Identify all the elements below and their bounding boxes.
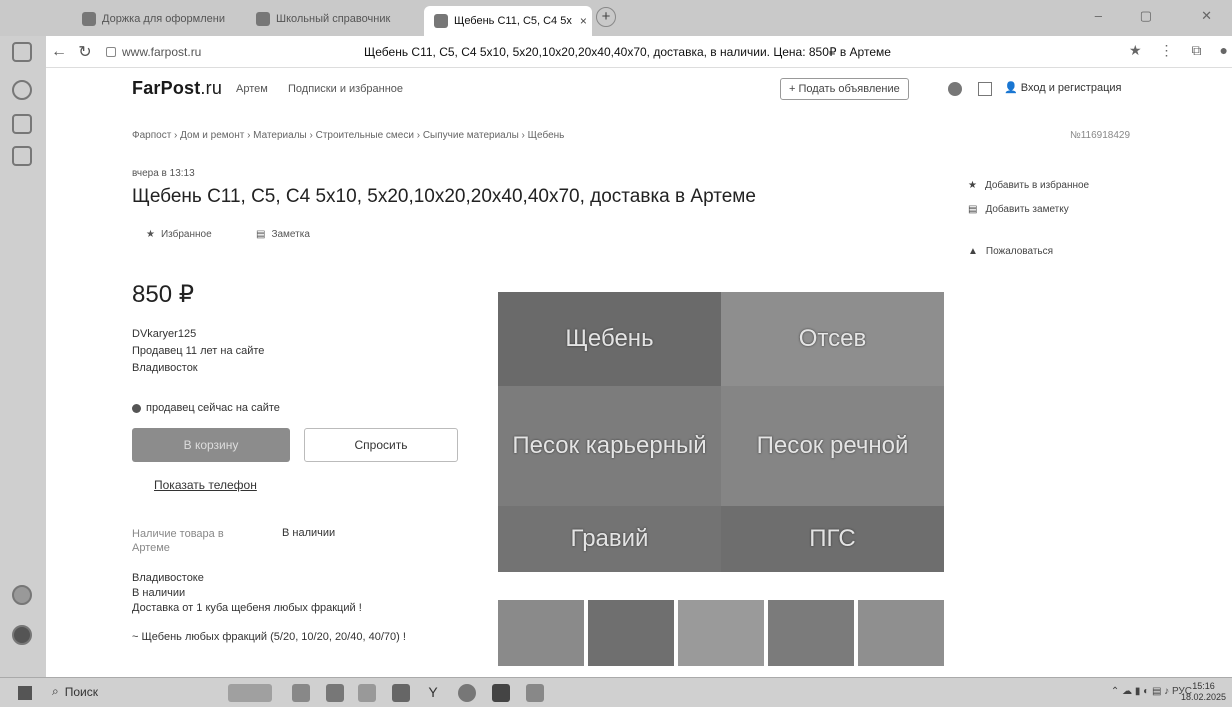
- search-icon: ⌕: [52, 684, 59, 698]
- dropbox-icon[interactable]: [326, 684, 344, 702]
- breadcrumb[interactable]: Фарпост › Дом и ремонт › Материалы › Стр…: [132, 130, 564, 141]
- taskbar-search[interactable]: ⌕ Поиск: [52, 684, 98, 699]
- extensions-icon[interactable]: ⧉: [1192, 42, 1202, 59]
- back-arrow-icon[interactable]: ←: [46, 43, 72, 61]
- thumbnail-1[interactable]: [498, 600, 584, 666]
- star-icon: ★: [968, 179, 977, 191]
- tray-icons[interactable]: ⌃ ☁ ▮ ◐ ▤ ♪: [1111, 686, 1169, 697]
- assistant-icon[interactable]: [12, 625, 32, 645]
- terminal-icon[interactable]: [492, 684, 510, 702]
- downloads-icon[interactable]: [12, 114, 32, 134]
- star-icon: ★: [146, 229, 155, 240]
- page-title-display: Щебень С11, С5, С4 5х10, 5х20,10х20,20х4…: [364, 45, 891, 59]
- photo-river-sand: Песок речной: [721, 386, 944, 506]
- lock-icon: [106, 46, 116, 57]
- warning-icon: ▲: [968, 245, 978, 257]
- notes-icon[interactable]: [12, 146, 32, 166]
- posted-time: вчера в 13:13: [132, 168, 195, 179]
- close-tab-icon[interactable]: ×: [580, 14, 587, 28]
- browser-sidebar: [0, 0, 46, 677]
- url-field[interactable]: www.farpost.ru: [106, 45, 201, 59]
- seller-name[interactable]: DVkaryer125: [132, 326, 264, 343]
- add-favorite-link[interactable]: ★ Добавить в избранное: [968, 175, 1089, 195]
- thumbnail-3[interactable]: [678, 600, 764, 666]
- thumbnail-2[interactable]: [588, 600, 674, 666]
- app-icon[interactable]: [392, 684, 410, 702]
- reload-icon[interactable]: ↻: [72, 42, 98, 62]
- photo-crushed-stone: Щебень: [498, 292, 721, 386]
- tab-1[interactable]: Доржка для оформлени: [72, 6, 242, 32]
- photo-quarry-sand: Песок карьерный: [498, 386, 721, 506]
- seller-city: Владивосток: [132, 362, 198, 374]
- note-icon: ▤: [256, 229, 266, 240]
- task-view-icon[interactable]: [292, 684, 310, 702]
- show-phone-link[interactable]: Показать телефон: [154, 478, 257, 492]
- browser-icon[interactable]: [458, 684, 476, 702]
- login-link[interactable]: 👤 Вход и регистрация: [1004, 81, 1121, 94]
- taskbar: ⌕ Поиск Y ⌃ ☁ ▮ ◐ ▤ ♪ РУС 15:16 18.02.20…: [0, 677, 1232, 707]
- system-tray: ⌃ ☁ ▮ ◐ ▤ ♪ РУС: [1111, 686, 1192, 697]
- description: Владивостоке В наличии Доставка от 1 куб…: [132, 572, 406, 643]
- side-actions: ★ Добавить в избранное ▤ Добавить заметк…: [968, 175, 1089, 265]
- ad-number: №116918429: [1070, 130, 1131, 141]
- online-status: продавец сейчас на сайте: [132, 402, 280, 414]
- post-ad-button[interactable]: + Подать объявление: [780, 78, 909, 100]
- note-button[interactable]: ▤ Заметка: [256, 229, 310, 240]
- close-window-icon[interactable]: ✕: [1201, 8, 1212, 24]
- tab-favicon-icon: [256, 12, 270, 26]
- site-logo[interactable]: FarPost.ru: [132, 78, 222, 99]
- media-icon[interactable]: [12, 585, 32, 605]
- windows-start-icon[interactable]: [18, 686, 32, 700]
- minimize-icon[interactable]: –: [1095, 8, 1102, 23]
- more-icon[interactable]: ⋮: [1160, 42, 1174, 59]
- photo-gravel: Гравий: [498, 506, 721, 572]
- add-note-link[interactable]: ▤ Добавить заметку: [968, 199, 1089, 219]
- file-explorer-icon[interactable]: [358, 684, 376, 702]
- thumbnail-5[interactable]: [858, 600, 944, 666]
- price: 850 ₽: [132, 281, 194, 308]
- maximize-icon[interactable]: ▢: [1140, 8, 1152, 24]
- thumbnail-strip: [498, 600, 944, 666]
- site-header: FarPost.ru Артем Подписки и избранное + …: [46, 68, 1232, 108]
- address-bar: ← ↻ www.farpost.ru Щебень С11, С5, С4 5х…: [46, 36, 1232, 68]
- word-icon[interactable]: [526, 684, 544, 702]
- bookmark-icon[interactable]: ★: [1129, 42, 1142, 59]
- clock[interactable]: 15:16 18.02.2025: [1181, 681, 1226, 703]
- city-selector[interactable]: Артем: [236, 83, 268, 95]
- seller-since: Продавец 11 лет на сайте: [132, 345, 265, 357]
- main-photo[interactable]: Щебень Отсев Песок карьерный Песок речно…: [498, 292, 944, 572]
- tab-3-active[interactable]: Щебень С11, С5, С4 5х ×: [424, 6, 592, 36]
- tab-bar: Доржка для оформлени Школьный справочник…: [0, 0, 1232, 36]
- listing-title: Щебень С11, С5, С4 5х10, 5х20,10х20,20х4…: [132, 186, 756, 207]
- history-icon[interactable]: [12, 80, 32, 100]
- complain-link[interactable]: ▲ Пожаловаться: [968, 241, 1089, 261]
- note-icon: ▤: [968, 203, 978, 215]
- address-bar-actions: ★ ⋮ ⧉ ●: [1129, 42, 1228, 59]
- availability-label: Наличие товара в Артеме: [132, 528, 224, 554]
- page-content: FarPost.ru Артем Подписки и избранное + …: [46, 68, 1232, 677]
- new-tab-button[interactable]: +: [596, 7, 616, 27]
- user-icon: 👤: [1004, 82, 1018, 94]
- tab-2[interactable]: Школьный справочник: [246, 6, 418, 32]
- online-dot-icon: [132, 403, 141, 413]
- seller-info: DVkaryer125 Продавец 11 лет на сайте Вла…: [132, 326, 264, 377]
- messages-icon[interactable]: [978, 82, 992, 96]
- ask-button[interactable]: Спросить: [304, 428, 458, 462]
- tab-favicon-icon: [434, 14, 448, 28]
- tab-favicon-icon: [82, 12, 96, 26]
- photo-sand-gravel-mix: ПГС: [721, 506, 944, 572]
- widget-icon[interactable]: [228, 684, 272, 702]
- thumbnail-4[interactable]: [768, 600, 854, 666]
- yandex-icon[interactable]: Y: [424, 684, 442, 702]
- bookmarks-icon[interactable]: [12, 42, 32, 62]
- profile-icon[interactable]: ●: [1220, 42, 1228, 59]
- photo-screening: Отсев: [721, 292, 944, 386]
- notifications-icon[interactable]: [948, 82, 962, 96]
- add-to-cart-button[interactable]: В корзину: [132, 428, 290, 462]
- subscriptions-link[interactable]: Подписки и избранное: [288, 83, 403, 95]
- favorite-button[interactable]: ★ Избранное: [146, 229, 212, 240]
- availability-value: В наличии: [282, 527, 336, 539]
